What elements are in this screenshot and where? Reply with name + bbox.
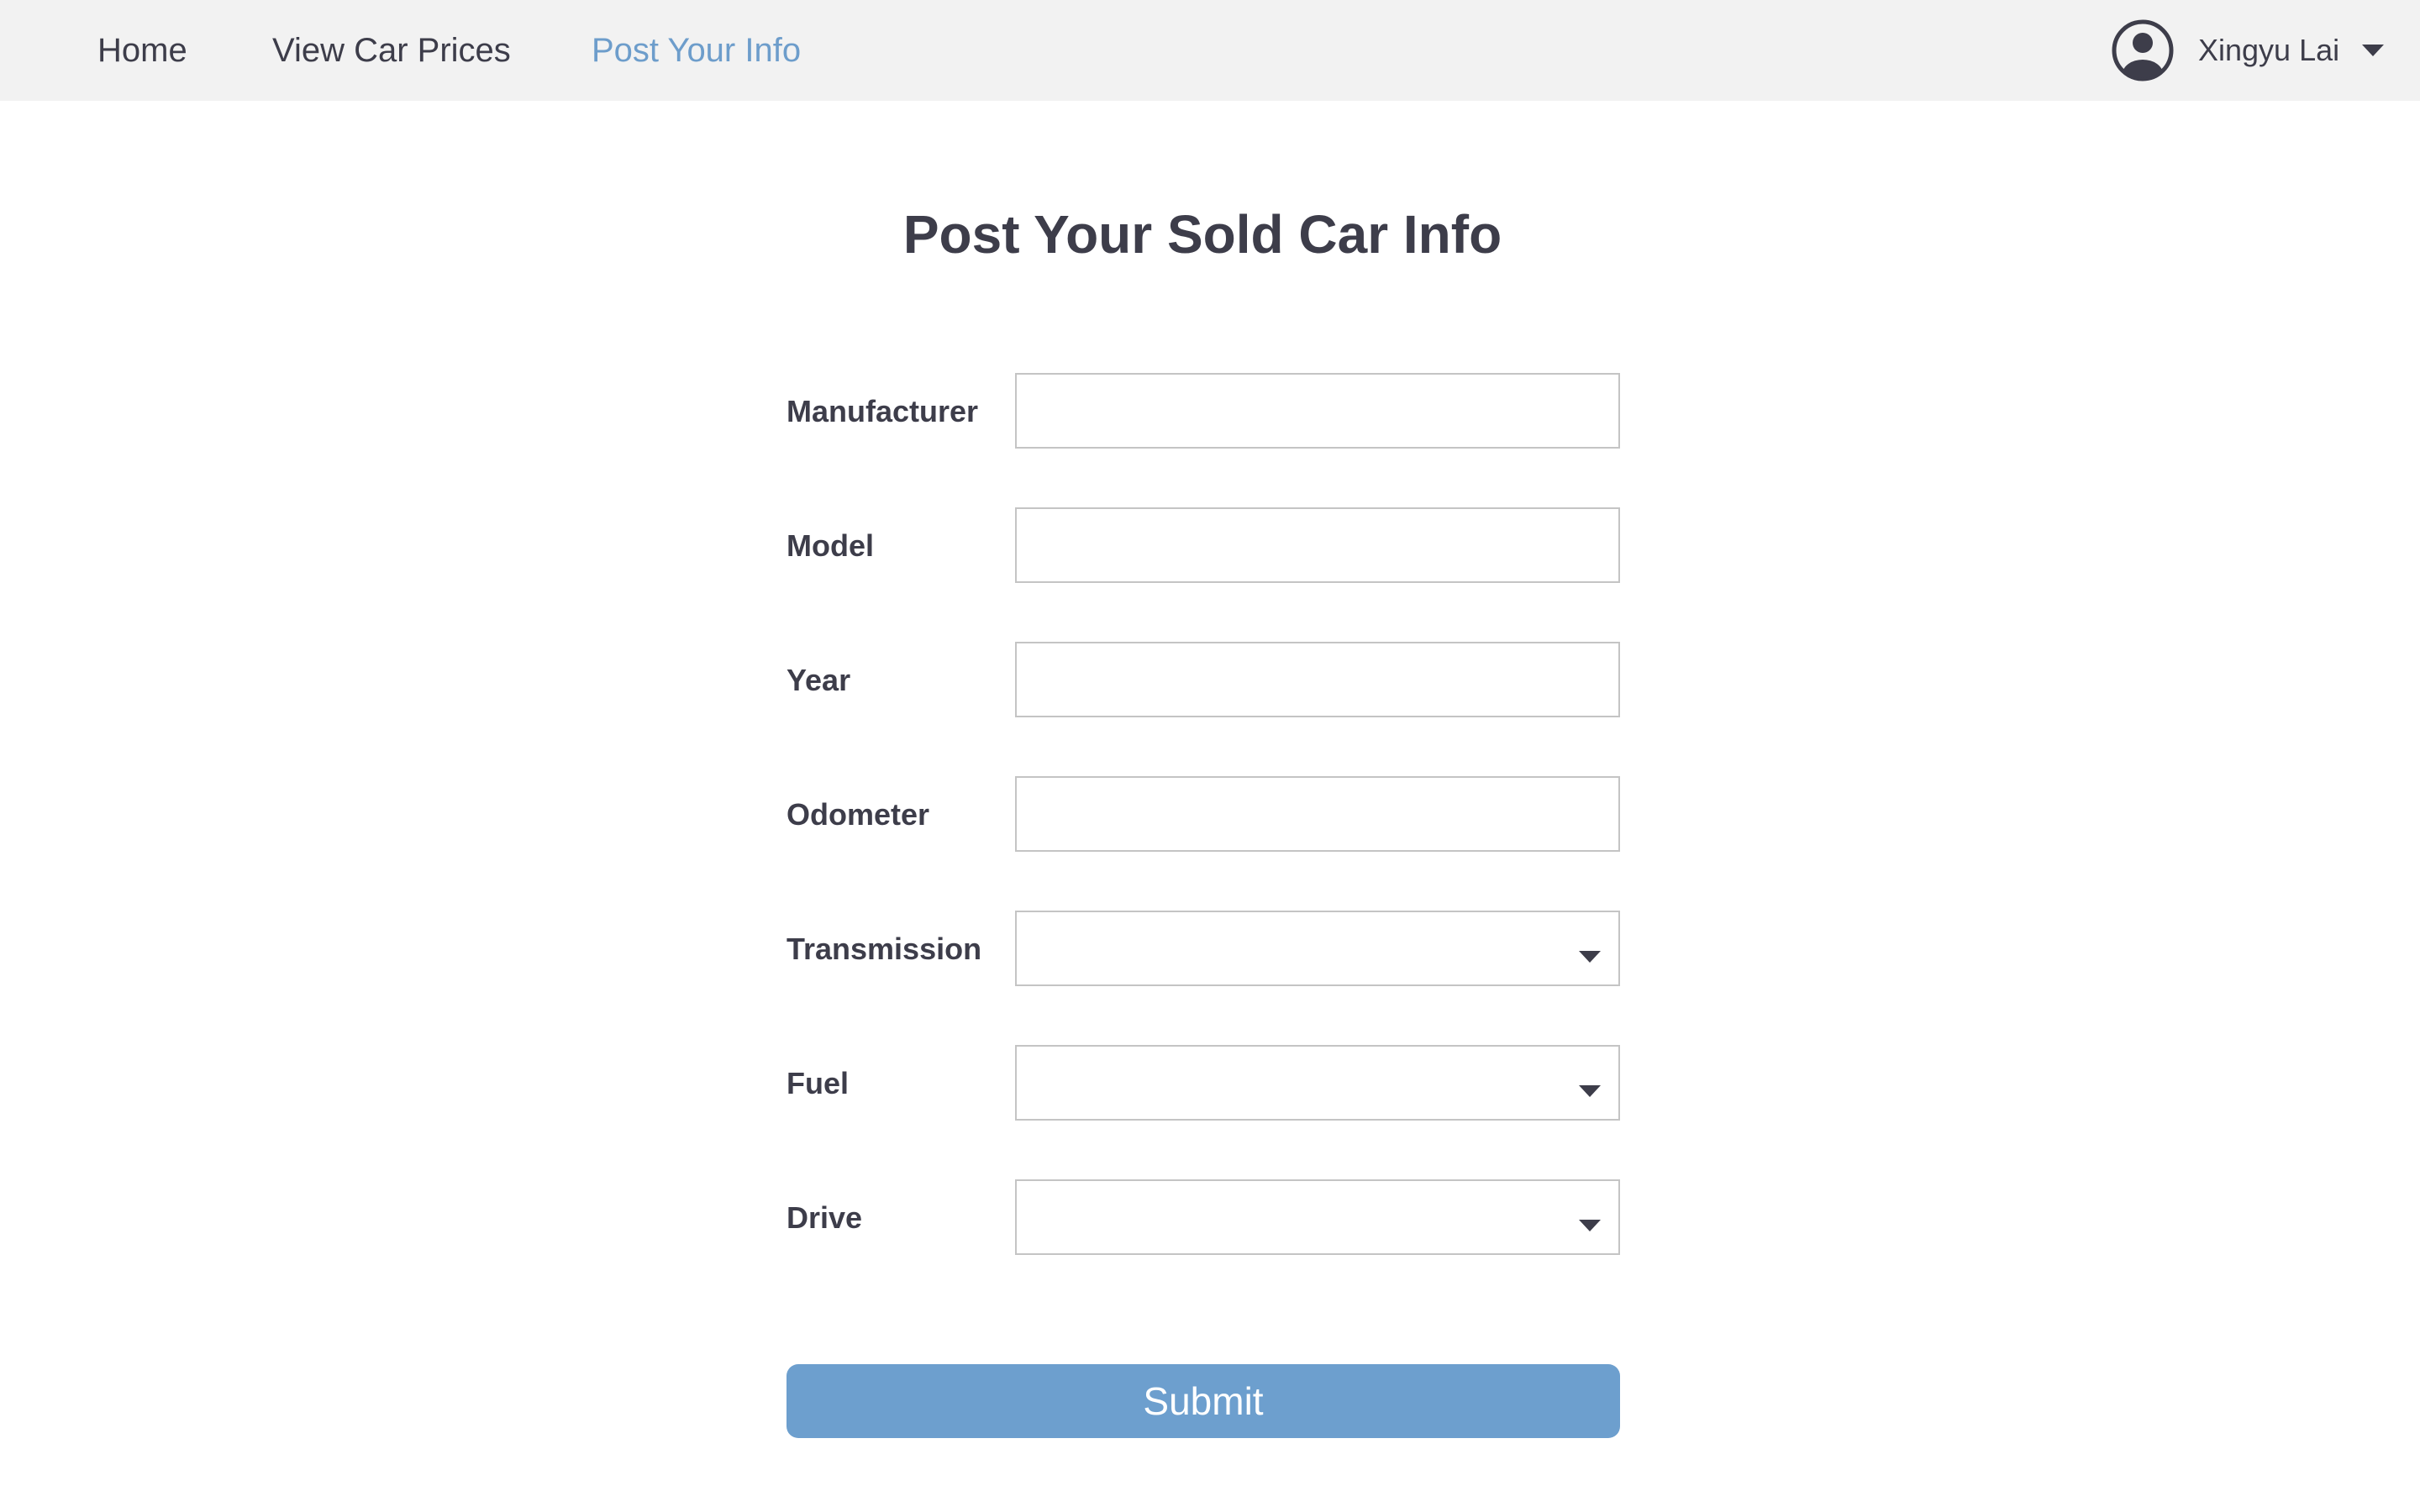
chevron-down-icon	[1579, 1085, 1601, 1097]
drive-label: Drive	[786, 1200, 863, 1235]
form-row-transmission: Transmission	[786, 911, 1620, 988]
chevron-down-icon	[1579, 951, 1601, 963]
top-navbar: Home View Car Prices Post Your Info Xing…	[0, 0, 2420, 101]
chevron-down-icon	[1579, 1220, 1601, 1231]
nav-home-link[interactable]: Home	[97, 27, 187, 74]
submit-button[interactable]: Submit	[786, 1364, 1620, 1438]
odometer-input[interactable]	[1015, 776, 1620, 852]
odometer-label: Odometer	[786, 797, 930, 832]
nav-view-car-prices-link[interactable]: View Car Prices	[272, 27, 511, 74]
form-row-manufacturer: Manufacturer	[786, 373, 1620, 450]
drive-select[interactable]	[1015, 1179, 1620, 1255]
year-label: Year	[786, 663, 851, 697]
page-title: Post Your Sold Car Info	[902, 204, 1502, 265]
form-row-model: Model	[786, 507, 1620, 585]
model-label: Model	[786, 528, 874, 563]
form-row-odometer: Odometer	[786, 776, 1620, 853]
manufacturer-input[interactable]	[1015, 373, 1620, 449]
form-row-year: Year	[786, 642, 1620, 719]
caret-down-icon[interactable]	[2361, 43, 2385, 58]
form-row-drive: Drive	[786, 1179, 1620, 1257]
nav-post-your-info-link[interactable]: Post Your Info	[592, 27, 801, 74]
form-row-fuel: Fuel	[786, 1045, 1620, 1122]
user-circle-icon	[2111, 18, 2175, 82]
user-name: Xingyu Lai	[2198, 33, 2340, 67]
user-menu[interactable]: Xingyu Lai	[2111, 18, 2385, 82]
transmission-label: Transmission	[786, 932, 982, 966]
manufacturer-label: Manufacturer	[786, 394, 979, 428]
transmission-select[interactable]	[1015, 911, 1620, 986]
model-input[interactable]	[1015, 507, 1620, 583]
fuel-select[interactable]	[1015, 1045, 1620, 1121]
fuel-label: Fuel	[786, 1066, 850, 1100]
year-input[interactable]	[1015, 642, 1620, 717]
